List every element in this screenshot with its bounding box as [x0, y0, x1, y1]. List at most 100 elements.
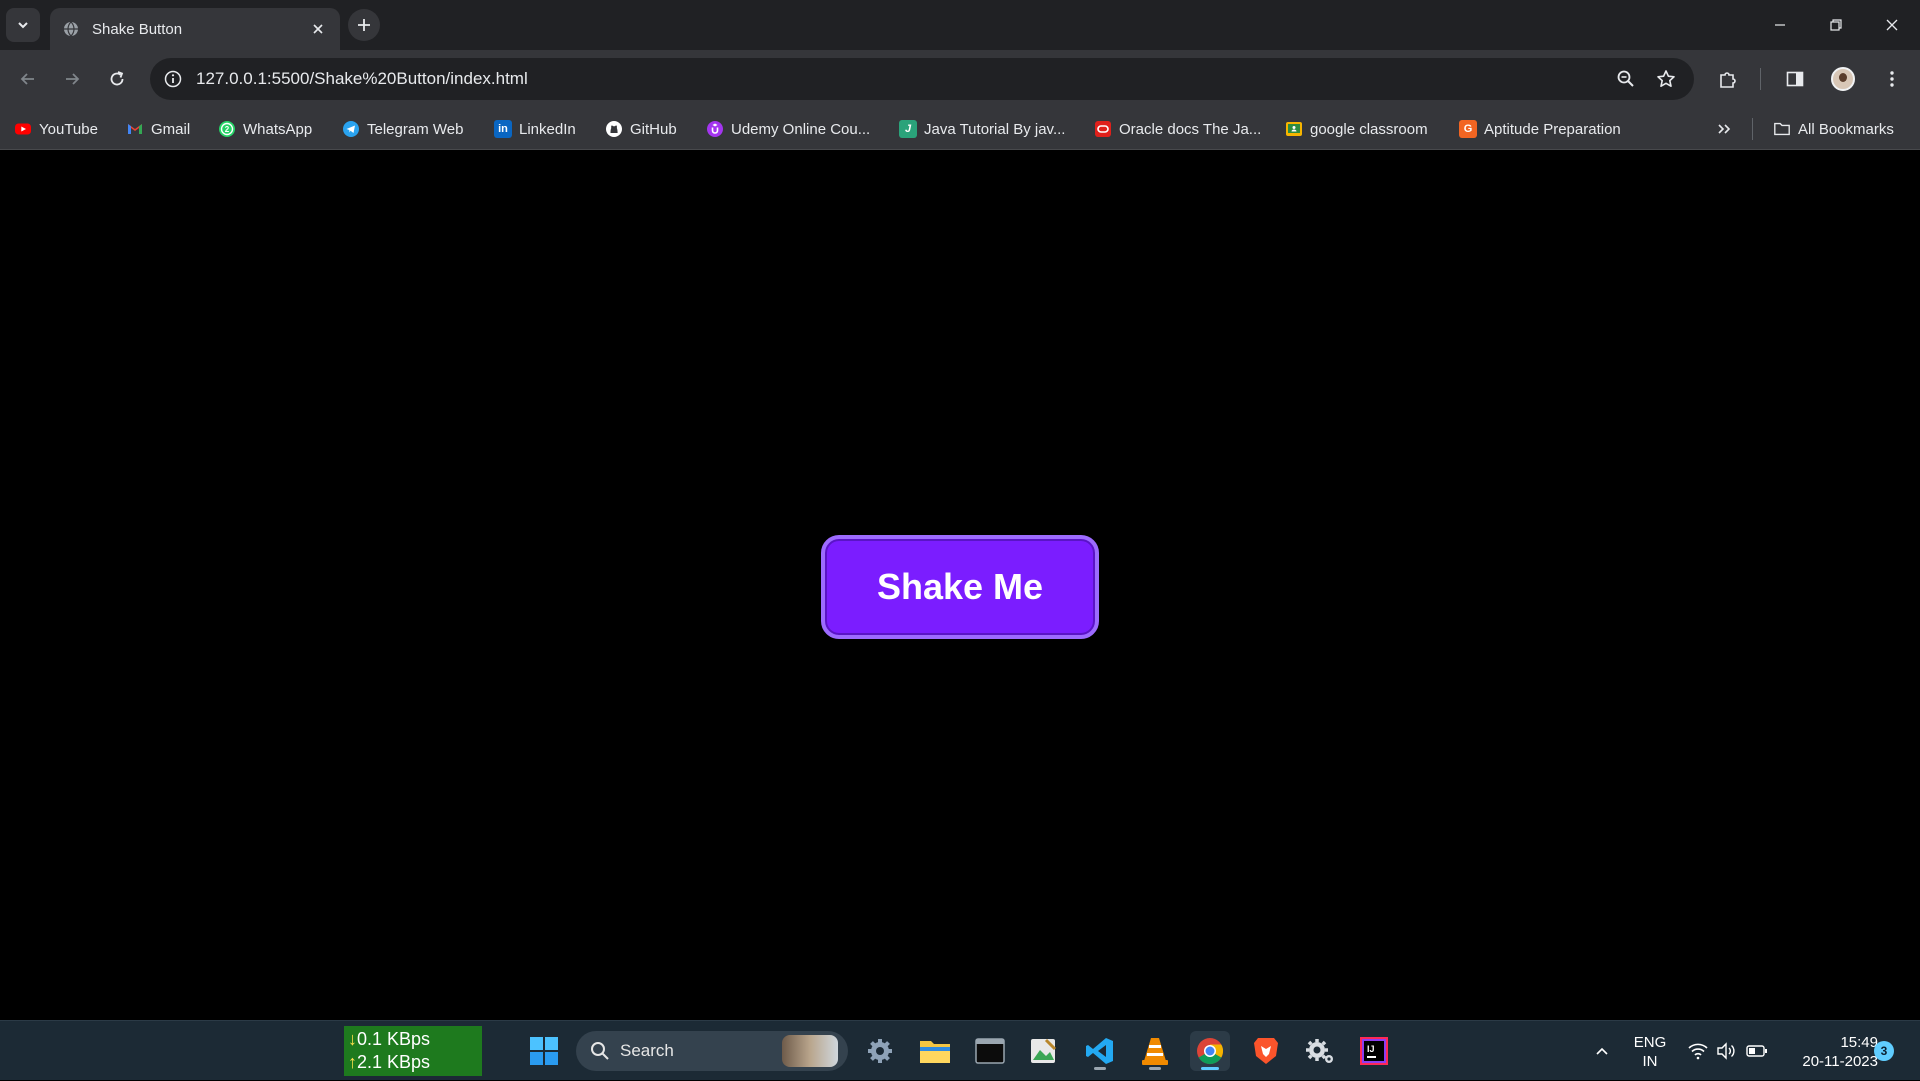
site-info-icon[interactable]	[160, 66, 186, 92]
bookmark-label: google classroom	[1310, 120, 1428, 138]
new-tab-button[interactable]	[348, 9, 380, 41]
menu-button[interactable]	[1876, 63, 1908, 95]
image-editor-icon	[1031, 1038, 1057, 1063]
bookmark-label: Aptitude Preparation	[1484, 120, 1621, 138]
vlc-icon	[1142, 1038, 1168, 1065]
chrome-icon	[1197, 1038, 1224, 1065]
close-tab-icon[interactable]	[308, 19, 328, 39]
wifi-status[interactable]	[1686, 1021, 1710, 1081]
start-button[interactable]	[524, 1031, 564, 1071]
bookmarks-divider	[1752, 118, 1753, 140]
taskbar: ↓0.1 KBps ↑2.1 KBps Search IJ ENG IN 15:…	[0, 1020, 1920, 1080]
profile-button[interactable]	[1827, 63, 1859, 95]
chevron-down-icon	[18, 22, 28, 29]
all-bookmarks-button[interactable]: All Bookmarks	[1773, 118, 1894, 140]
bookmark-java-tutorial[interactable]: J Java Tutorial By jav...	[899, 118, 1065, 140]
shake-me-button[interactable]: Shake Me	[821, 535, 1099, 639]
youtube-icon	[14, 120, 32, 138]
battery-icon	[1746, 1045, 1767, 1057]
bookmark-gmail[interactable]: Gmail	[126, 118, 190, 140]
restore-button[interactable]	[1808, 0, 1864, 50]
bookmark-udemy[interactable]: Udemy Online Cou...	[706, 118, 870, 140]
bookmark-youtube[interactable]: YouTube	[14, 118, 98, 140]
show-hidden-icons-button[interactable]	[1590, 1021, 1614, 1081]
reload-button[interactable]	[101, 63, 133, 95]
intellij-icon: IJ	[1360, 1037, 1388, 1065]
forward-button[interactable]	[56, 63, 88, 95]
minimize-button[interactable]	[1752, 0, 1808, 50]
volume-status[interactable]	[1714, 1021, 1738, 1081]
bookmark-telegram[interactable]: Telegram Web	[342, 118, 463, 140]
globe-icon	[62, 20, 80, 38]
back-button[interactable]	[12, 63, 44, 95]
notification-badge[interactable]: 3	[1874, 1041, 1894, 1061]
running-indicator	[1094, 1067, 1106, 1070]
taskbar-brave[interactable]	[1246, 1031, 1286, 1071]
input-language-indicator[interactable]: ENG IN	[1630, 1033, 1670, 1071]
classroom-icon	[1285, 120, 1303, 138]
close-window-button[interactable]	[1864, 0, 1920, 50]
clock-date: 20-11-2023	[1802, 1053, 1878, 1070]
window-controls	[1752, 0, 1920, 50]
puzzle-icon	[1720, 72, 1736, 88]
extensions-button[interactable]	[1712, 63, 1744, 95]
download-speed: 0.1 KBps	[357, 1029, 431, 1049]
search-label: Search	[620, 1041, 674, 1060]
bookmark-label: Udemy Online Cou...	[731, 120, 871, 138]
download-arrow-icon: ↓	[348, 1029, 357, 1049]
bookmark-label: Java Tutorial By jav...	[924, 120, 1066, 138]
taskbar-vscode[interactable]	[1080, 1031, 1120, 1071]
address-bar[interactable]: 127.0.0.1:5500/Shake%20Button/index.html	[150, 58, 1694, 100]
browser-toolbar: 127.0.0.1:5500/Shake%20Button/index.html	[0, 50, 1920, 108]
close-icon	[1886, 19, 1898, 31]
chevron-up-icon	[1596, 1047, 1608, 1055]
terminal-icon	[975, 1038, 1005, 1064]
side-panel-icon	[1786, 71, 1804, 87]
taskbar-vlc[interactable]	[1135, 1031, 1175, 1071]
bookmark-whatsapp[interactable]: 2 WhatsApp	[218, 118, 312, 140]
indiabix-icon: G	[1459, 120, 1477, 138]
bookmarks-bar: YouTube Gmail 2 WhatsApp Telegram Web in…	[0, 108, 1920, 150]
taskbar-settings-gear[interactable]	[1300, 1031, 1340, 1071]
bookmark-oracle-docs[interactable]: Oracle docs The Ja...	[1094, 118, 1261, 140]
bookmark-linkedin[interactable]: in LinkedIn	[494, 118, 576, 140]
active-tab[interactable]: Shake Button	[50, 8, 340, 50]
search-icon	[591, 1042, 609, 1060]
url-text[interactable]: 127.0.0.1:5500/Shake%20Button/index.html	[196, 58, 528, 100]
tab-search-button[interactable]	[6, 8, 40, 42]
clock-time: 15:49	[1840, 1034, 1878, 1051]
gmail-icon	[126, 120, 144, 138]
page-content: Shake Me	[0, 151, 1920, 1020]
side-panel-button[interactable]	[1779, 63, 1811, 95]
bookmark-label: LinkedIn	[519, 120, 576, 138]
taskbar-terminal[interactable]	[970, 1031, 1010, 1071]
region-code: IN	[1642, 1053, 1658, 1070]
bookmark-aptitude[interactable]: G Aptitude Preparation	[1459, 118, 1621, 140]
active-indicator	[1201, 1067, 1219, 1070]
plus-icon	[358, 19, 370, 31]
brave-lion-icon	[1254, 1038, 1278, 1064]
taskbar-settings-app[interactable]	[860, 1031, 900, 1071]
clock[interactable]: 15:49 20-11-2023	[1778, 1033, 1878, 1071]
taskbar-photo-app[interactable]	[1023, 1031, 1063, 1071]
bookmark-google-classroom[interactable]: google classroom	[1285, 118, 1428, 140]
more-vertical-icon	[1890, 71, 1894, 87]
wifi-icon	[1688, 1043, 1708, 1060]
gears-icon	[1306, 1039, 1333, 1063]
taskbar-file-explorer[interactable]	[915, 1031, 955, 1071]
speaker-icon	[1717, 1042, 1735, 1060]
taskbar-intellij[interactable]: IJ	[1354, 1031, 1394, 1071]
avatar	[1831, 67, 1855, 91]
running-indicator	[1149, 1067, 1161, 1070]
bookmark-github[interactable]: GitHub	[605, 118, 677, 140]
taskbar-chrome[interactable]	[1190, 1031, 1230, 1071]
battery-status[interactable]	[1744, 1021, 1770, 1081]
zoom-icon[interactable]	[1614, 67, 1638, 91]
restore-icon	[1830, 19, 1842, 31]
chevron-double-right-icon	[1718, 124, 1731, 134]
gear-icon	[868, 1039, 892, 1063]
taskbar-search[interactable]: Search	[576, 1031, 848, 1071]
bookmark-star-icon[interactable]	[1654, 67, 1678, 91]
upload-speed: 2.1 KBps	[357, 1052, 431, 1072]
more-bookmarks-button[interactable]	[1712, 118, 1736, 140]
